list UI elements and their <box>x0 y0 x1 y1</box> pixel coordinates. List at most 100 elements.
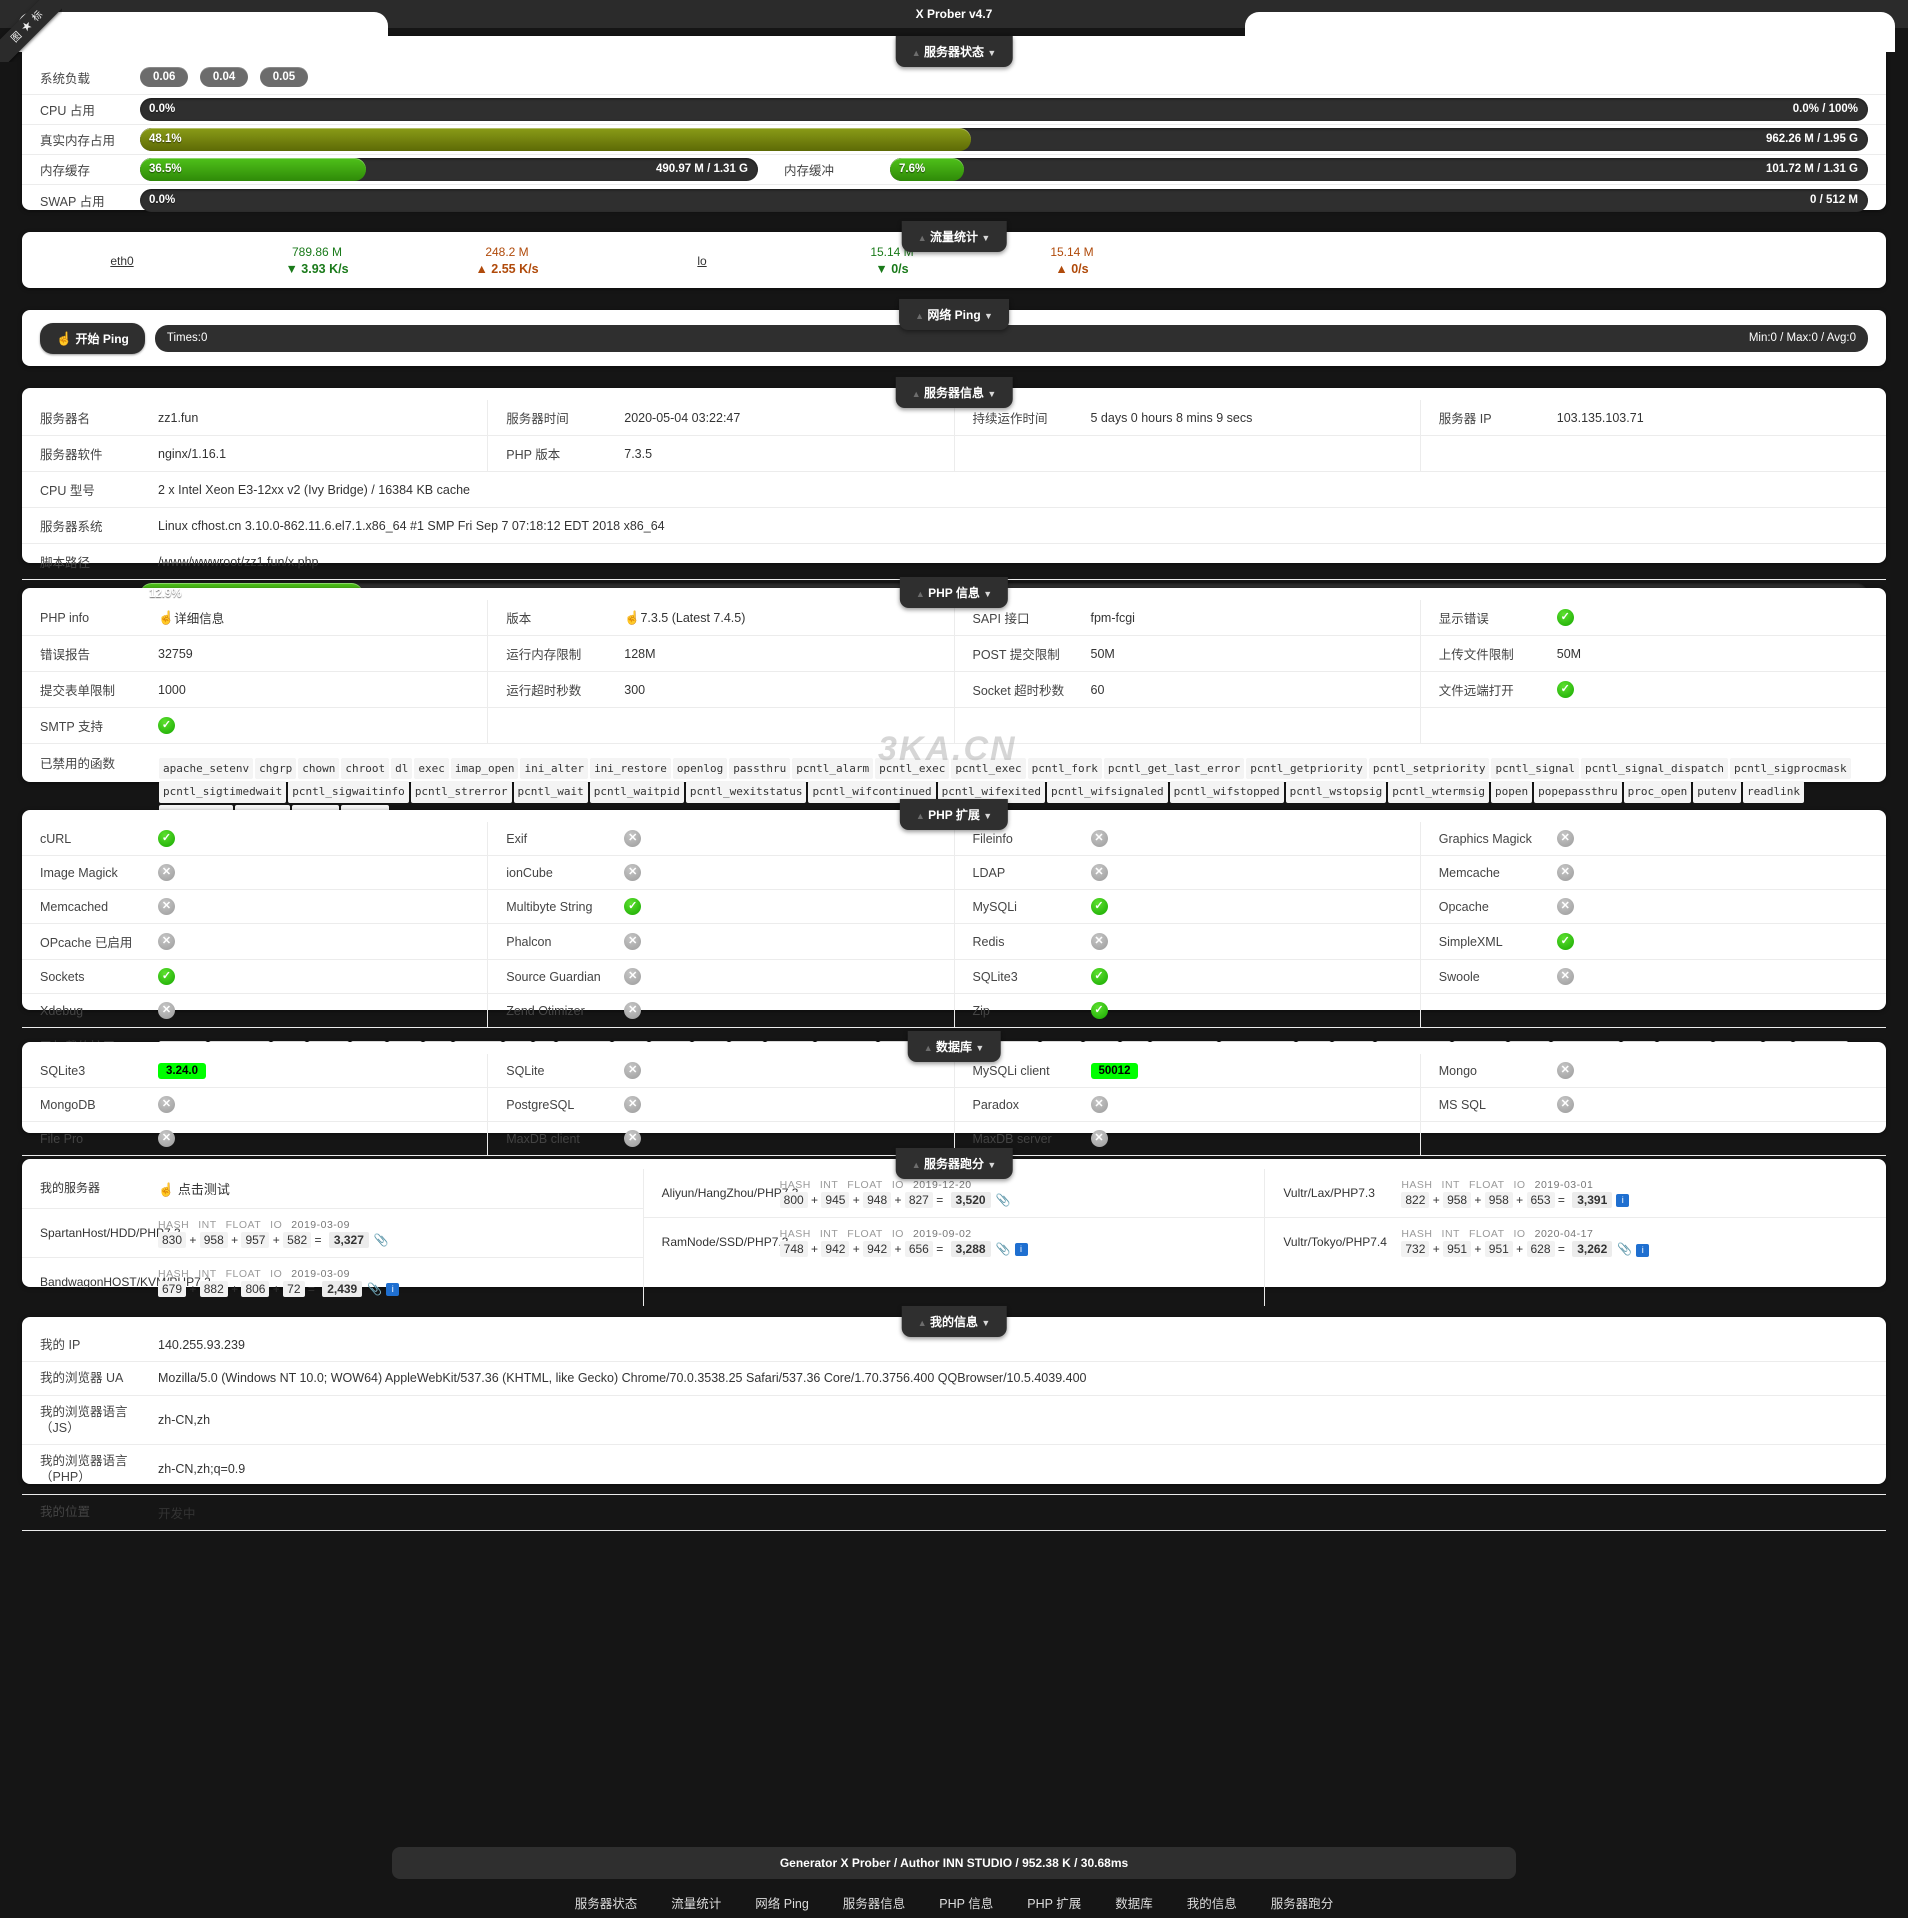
cross-icon: ✕ <box>1556 864 1574 881</box>
start-ping-button[interactable]: ☝ 开始 Ping <box>40 322 145 354</box>
label: MySQLi <box>972 899 1017 914</box>
section-badge-database[interactable]: ▲ 数据库 ▼ <box>907 1031 1001 1062</box>
section-badge-myinfo[interactable]: ▲ 我的信息 ▼ <box>901 1306 1007 1337</box>
cpu-usage-label: CPU 占用 <box>40 104 95 118</box>
swap-usage-detail: 0 / 512 M <box>1810 193 1858 206</box>
php-ext-cell: Multibyte String ✓ <box>488 890 955 923</box>
database-cell: MS SQL ✕ <box>1421 1088 1886 1121</box>
version-badge: 50012 <box>1090 1062 1139 1079</box>
info-icon[interactable]: i <box>1014 1243 1028 1257</box>
eth0-rx: 789.86 M ▼ 3.93 K/s <box>222 245 412 276</box>
check-icon: ✓ <box>1090 898 1108 915</box>
collapse-up-icon: ▲ <box>911 48 921 58</box>
section-badge-php-info[interactable]: ▲ PHP 信息 ▼ <box>899 577 1009 608</box>
label: SAPI 接口 <box>972 612 1030 626</box>
php-ext-cell: Phalcon ✕ <box>488 924 955 959</box>
php-info-cell: 运行超时秒数 300 <box>488 672 955 707</box>
corner-ribbon[interactable]: 图 ★ 标 <box>0 0 62 62</box>
php-ext-cell: SimpleXML ✓ <box>1421 924 1886 959</box>
token: ini_alter <box>520 758 589 780</box>
database-panel: ▲ 数据库 ▼ SQLite3 3.24.0 SQLite ✕ MySQLi clien… <box>22 1031 1886 1156</box>
token: putenv <box>1693 781 1741 803</box>
paperclip-icon[interactable]: 📎 <box>1617 1242 1632 1256</box>
nav-item[interactable]: PHP 扩展 <box>1027 1893 1081 1912</box>
section-badge-label: PHP 扩展 <box>928 808 980 822</box>
benchmark-values: 679 + 882 + 806 + 72 = 2,439 📎 i <box>158 1281 400 1297</box>
php-ext-cell: Graphics Magick ✕ <box>1421 822 1886 855</box>
benchmark-col-1: 我的服务器 ☝ 点击测试 SpartanHost/HDD/PHP7.3 HASH I… <box>22 1169 644 1307</box>
label: 运行内存限制 <box>506 648 582 662</box>
nav-item[interactable]: 服务器信息 <box>843 1893 906 1912</box>
ping-output-field[interactable]: Times:0 Min:0 / Max:0 / Avg:0 <box>154 324 1868 352</box>
disk-usage-detail: 5.06 G / 39.25 G <box>1772 587 1858 600</box>
section-badge-label: 数据库 <box>935 1040 973 1054</box>
label: Exif <box>506 831 528 846</box>
ping-stats: Min:0 / Max:0 / Avg:0 <box>1748 331 1856 344</box>
info-row-hostname: 服务器名 zz1.fun <box>22 400 489 435</box>
php-info-cell: 上传文件限制 50M <box>1421 636 1886 671</box>
collapse-up-icon: ▲ <box>915 811 925 821</box>
collapse-up-icon: ▲ <box>911 1160 921 1170</box>
paperclip-icon[interactable]: 📎 <box>996 1242 1011 1256</box>
label: MongoDB <box>40 1097 96 1112</box>
value: nginx/1.16.1 <box>158 446 227 461</box>
hand-pointer-icon: ☝ <box>158 1182 175 1197</box>
token: pcntl_waitpid <box>589 781 684 803</box>
token: pcntl_getpriority <box>1246 758 1367 780</box>
nav-item[interactable]: 数据库 <box>1115 1893 1153 1912</box>
section-badge-ping[interactable]: ▲ 网络 Ping ▼ <box>899 299 1009 330</box>
run-test-link[interactable]: ☝ 点击测试 <box>158 1179 230 1198</box>
version-badge: 3.24.0 <box>158 1062 206 1079</box>
php-info-cell: 运行内存限制 128M <box>488 636 955 671</box>
token: openlog <box>672 758 728 780</box>
value[interactable]: 7.3.5 (Latest 7.4.5) <box>640 611 745 625</box>
paperclip-icon[interactable]: 📎 <box>996 1193 1011 1207</box>
php-ext-cell: Memcached ✕ <box>22 890 489 923</box>
value[interactable]: 详细信息 <box>174 608 224 627</box>
label: 文件远端打开 <box>1438 684 1514 698</box>
php-ext-cell: Exif ✕ <box>488 822 955 855</box>
lo-tx-rate: ▲ 0/s <box>1055 261 1089 276</box>
token: pcntl_signal <box>1491 758 1579 780</box>
cross-icon: ✕ <box>158 898 175 915</box>
section-badge-server-status[interactable]: ▲ 服务器状态 ▼ <box>895 36 1013 67</box>
nav-item[interactable]: 流量统计 <box>671 1893 721 1912</box>
token: pcntl_sigwaitinfo <box>288 781 409 803</box>
eth0-rx-rate: ▼ 3.93 K/s <box>285 261 349 276</box>
section-badge-label: 服务器状态 <box>923 45 985 59</box>
label: ionCube <box>506 865 553 880</box>
nav-item[interactable]: 我的信息 <box>1187 1893 1237 1912</box>
ping-panel: ▲ 网络 Ping ▼ ☝ 开始 Ping Times:0 Min:0 / Ma… <box>22 299 1886 366</box>
cpu-usage-percent: 0.0% <box>149 103 176 115</box>
info-icon[interactable]: i <box>1616 1194 1630 1208</box>
section-badge-server-info[interactable]: ▲ 服务器信息 ▼ <box>895 377 1013 408</box>
database-cell: Mongo ✕ <box>1421 1054 1886 1087</box>
php-ext-cell: Source Guardian ✕ <box>488 960 955 993</box>
info-icon[interactable]: i <box>1636 1243 1650 1257</box>
paperclip-icon[interactable]: 📎 <box>374 1233 389 1247</box>
collapse-down-icon: ▼ <box>987 48 997 58</box>
info-icon[interactable]: i <box>386 1283 400 1297</box>
section-badge-benchmark[interactable]: ▲ 服务器跑分 ▼ <box>895 1148 1013 1179</box>
ping-times: Times:0 <box>166 331 208 344</box>
php-ext-cell: Zend Otimizer ✕ <box>488 994 955 1027</box>
info-row-phpversion: PHP 版本 7.3.5 <box>488 436 955 471</box>
section-badge-php-ext[interactable]: ▲ PHP 扩展 ▼ <box>899 799 1009 830</box>
paperclip-icon[interactable]: 📎 <box>367 1282 382 1296</box>
section-badge-traffic[interactable]: ▲ 流量统计 ▼ <box>901 221 1007 252</box>
collapse-up-icon: ▲ <box>911 389 921 399</box>
start-ping-label: 开始 Ping <box>75 331 129 346</box>
nav-item[interactable]: 服务器跑分 <box>1271 1893 1334 1912</box>
nav-item[interactable]: PHP 信息 <box>939 1893 993 1912</box>
nav-item[interactable]: 服务器状态 <box>575 1893 638 1912</box>
memory-buffer-label: 内存缓冲 <box>784 164 835 178</box>
value: zh-CN,zh;q=0.9 <box>158 1462 246 1477</box>
swap-usage-label: SWAP 占用 <box>40 194 105 209</box>
label: 上传文件限制 <box>1438 648 1514 662</box>
benchmark-scores: HASH INT FLOAT IO 2019-03-01 822 + 958 + 958 … <box>1401 1179 1630 1208</box>
label: LDAP <box>972 865 1006 880</box>
label: PostgreSQL <box>506 1097 575 1112</box>
nav-item[interactable]: 网络 Ping <box>755 1893 809 1912</box>
cross-icon: ✕ <box>1090 864 1108 881</box>
php-ext-cell: Memcache ✕ <box>1421 856 1886 889</box>
